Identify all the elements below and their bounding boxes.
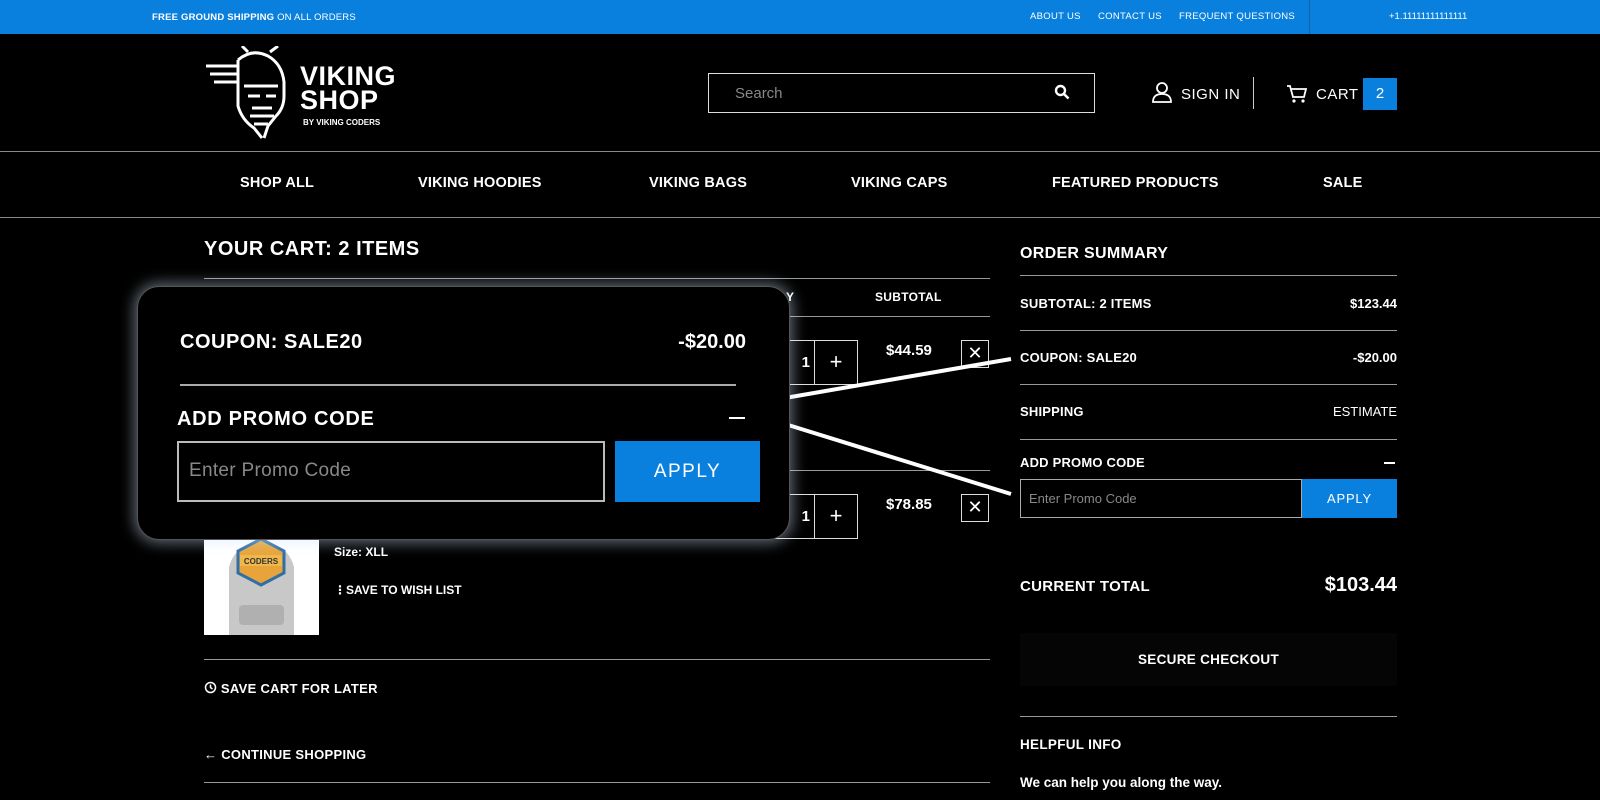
callout-promo-label: ADD PROMO CODE bbox=[177, 408, 375, 430]
callout-apply-button[interactable]: APPLY bbox=[615, 441, 760, 502]
callout-promo-placeholder: Enter Promo Code bbox=[189, 460, 352, 481]
callout-coupon-label: COUPON: SALE20 bbox=[180, 331, 363, 353]
divider bbox=[180, 384, 736, 386]
collapse-icon[interactable] bbox=[729, 417, 745, 419]
callout-promo-input[interactable]: Enter Promo Code bbox=[177, 441, 605, 502]
callout-coupon-value: -$20.00 bbox=[678, 331, 746, 353]
zoom-callout: COUPON: SALE20 -$20.00 ADD PROMO CODE En… bbox=[137, 286, 790, 540]
